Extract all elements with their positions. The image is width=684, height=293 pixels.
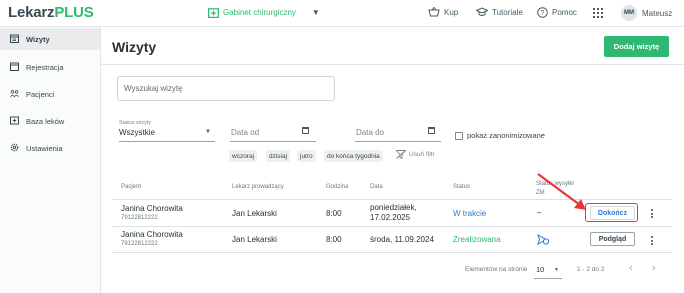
sidebar-item-rejestracja[interactable]: Rejestracja <box>0 56 100 78</box>
chip-tomorrow[interactable]: jutro <box>297 150 316 162</box>
sidebar-item-label: Baza leków <box>26 117 65 126</box>
show-anonymized-label[interactable]: pokaż zanonimizowane <box>467 131 545 140</box>
sidebar-item-label: Wizyty <box>26 35 50 44</box>
table-header-divider <box>112 199 672 200</box>
row-divider <box>112 252 672 253</box>
patient-phone: 79122812222 <box>121 215 158 221</box>
calendar-icon[interactable] <box>302 127 309 134</box>
chip-yesterday[interactable]: wczoraj <box>229 150 258 162</box>
sidebar-item-pacjenci[interactable]: Pacjenci <box>0 83 100 105</box>
preview-button[interactable]: Podgląd <box>590 232 635 246</box>
next-page-icon[interactable]: › <box>652 262 656 274</box>
chevron-down-icon: ▼ <box>554 267 559 273</box>
chip-end-of-week[interactable]: do końca tygodnia <box>324 150 383 162</box>
more-options-icon[interactable] <box>650 209 654 218</box>
medicine-box-icon <box>10 116 19 125</box>
visit-date: środa, 11.09.2024 <box>370 235 434 244</box>
calendar-icon[interactable] <box>428 127 435 134</box>
per-page-value: 10 <box>536 265 545 274</box>
graduation-cap-icon <box>476 7 488 16</box>
top-bar: LekarzPLUS Gabinet chirurgiczny ▼ Kup Tu… <box>0 0 684 27</box>
status-select-label: Status wizyty <box>119 120 152 126</box>
sidebar-item-baza-lekow[interactable]: Baza leków <box>0 110 100 132</box>
basket-icon <box>428 7 440 17</box>
help-label: Pomoc <box>552 8 577 17</box>
patient-name[interactable]: Janina Chorowita <box>121 230 183 239</box>
status-completed: Zrealizowana <box>453 235 501 244</box>
svg-text:?: ? <box>541 10 545 17</box>
visit-date-weekday: poniedziałek, <box>370 203 417 212</box>
logo-text-part2: PLUS <box>54 4 94 21</box>
user-name[interactable]: Mateusz <box>642 9 672 18</box>
visit-time: 8:00 <box>326 209 342 218</box>
more-options-icon[interactable] <box>650 236 654 245</box>
apps-grid-icon[interactable] <box>593 8 603 18</box>
help-link[interactable]: ? Pomoc <box>537 7 577 18</box>
tutorials-link[interactable]: Tutoriale <box>476 7 523 17</box>
add-visit-button[interactable]: Dodaj wizytę <box>604 36 669 57</box>
clinic-icon <box>208 8 219 18</box>
chevron-down-icon: ▼ <box>311 8 320 17</box>
date-to-placeholder: Data do <box>356 128 385 137</box>
header-divider <box>101 64 684 65</box>
search-input[interactable]: Wyszukaj wizytę <box>117 76 335 101</box>
filter-off-icon <box>396 150 406 159</box>
per-page-label: Elementów na stronie <box>465 266 528 273</box>
show-anonymized-checkbox[interactable] <box>455 132 463 140</box>
clinic-selector[interactable]: Gabinet chirurgiczny ▼ <box>208 7 320 18</box>
avatar[interactable]: MM <box>621 5 637 21</box>
logo-text-part1: Lekarz <box>8 4 55 21</box>
sidebar-item-label: Rejestracja <box>26 63 64 72</box>
column-header-patient: Pacjent <box>121 184 142 190</box>
sidebar-item-ustawienia[interactable]: Ustawienia <box>0 137 100 159</box>
sidebar: Wizyty Rejestracja Pacjenci Baza leków U… <box>0 27 101 293</box>
patient-name[interactable]: Janina Chorowita <box>121 204 183 213</box>
search-placeholder: Wyszukaj wizytę <box>124 84 183 93</box>
highlight-box <box>585 203 638 222</box>
column-header-date: Data <box>370 184 383 190</box>
gear-icon <box>10 143 19 152</box>
tutorials-label: Tutoriale <box>492 7 523 17</box>
calendar-icon <box>10 62 19 71</box>
previous-page-icon[interactable]: ‹ <box>629 262 633 274</box>
clear-filter-button[interactable]: Usuń filtr <box>396 150 435 159</box>
column-header-doctor: Lekarz prowadzący <box>232 184 284 190</box>
sidebar-item-label: Pacjenci <box>26 90 55 99</box>
sent-status-icon <box>537 234 550 245</box>
chevron-down-icon: ▼ <box>205 129 211 135</box>
shop-link[interactable]: Kup <box>428 7 458 17</box>
people-icon <box>10 90 19 98</box>
chip-today[interactable]: dzisiaj <box>266 150 291 162</box>
help-icon: ? <box>537 7 548 18</box>
doctor-name: Jan Lekarski <box>232 235 277 244</box>
clear-filter-label: Usuń filtr <box>409 151 435 158</box>
column-header-time: Godzina <box>326 184 349 190</box>
status-select-value: Wszystkie <box>119 128 155 137</box>
app-logo[interactable]: LekarzPLUS <box>8 4 94 21</box>
visit-time: 8:00 <box>326 235 342 244</box>
column-header-status: Status <box>453 184 471 190</box>
date-from-placeholder: Data od <box>231 128 260 137</box>
annotation-arrow <box>537 173 586 210</box>
sidebar-item-wizyty[interactable]: Wizyty <box>0 28 100 50</box>
page-range: 1 - 2 do 2 <box>577 266 605 273</box>
page-title: Wizyty <box>112 39 157 55</box>
calendar-check-icon <box>10 34 19 43</box>
row-divider <box>112 226 672 227</box>
shop-label: Kup <box>444 7 459 17</box>
patient-phone: 79122812222 <box>121 241 158 247</box>
clinic-name: Gabinet chirurgiczny <box>223 8 296 17</box>
sidebar-item-label: Ustawienia <box>26 144 63 153</box>
status-in-progress: W trakcie <box>453 209 487 218</box>
doctor-name: Jan Lekarski <box>232 209 277 218</box>
visit-date: 17.02.2025 <box>370 213 411 222</box>
